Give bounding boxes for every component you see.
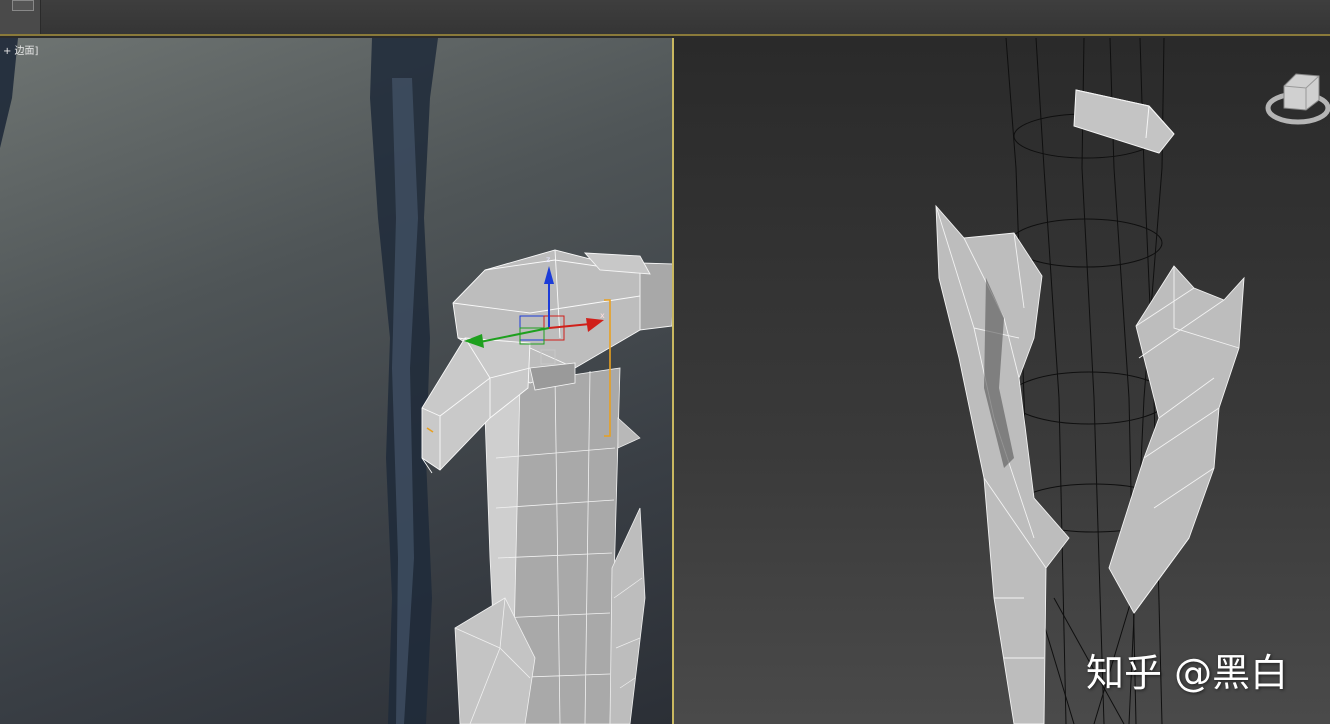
toolbar-tab[interactable]	[0, 0, 41, 34]
mesh-left-strip	[935, 204, 1070, 724]
mesh-spike-right	[617, 417, 641, 449]
main-toolbar	[0, 0, 1330, 36]
svg-text:x: x	[600, 311, 605, 320]
right-scene	[935, 38, 1330, 724]
viewcube-icon[interactable]	[1265, 73, 1330, 125]
left-scene: z x	[0, 38, 672, 724]
svg-text:z: z	[546, 255, 550, 264]
watermark-text: 知乎 @黑白	[1086, 651, 1289, 695]
mesh-floating-block	[1073, 89, 1175, 154]
mesh-right-strip	[1108, 265, 1245, 614]
viewport-perspective-left[interactable]: z x	[0, 38, 672, 724]
select-region-icon[interactable]	[12, 0, 34, 11]
viewport-label[interactable]: + 边面]	[3, 42, 38, 57]
viewport-perspective-right[interactable]	[674, 38, 1330, 724]
